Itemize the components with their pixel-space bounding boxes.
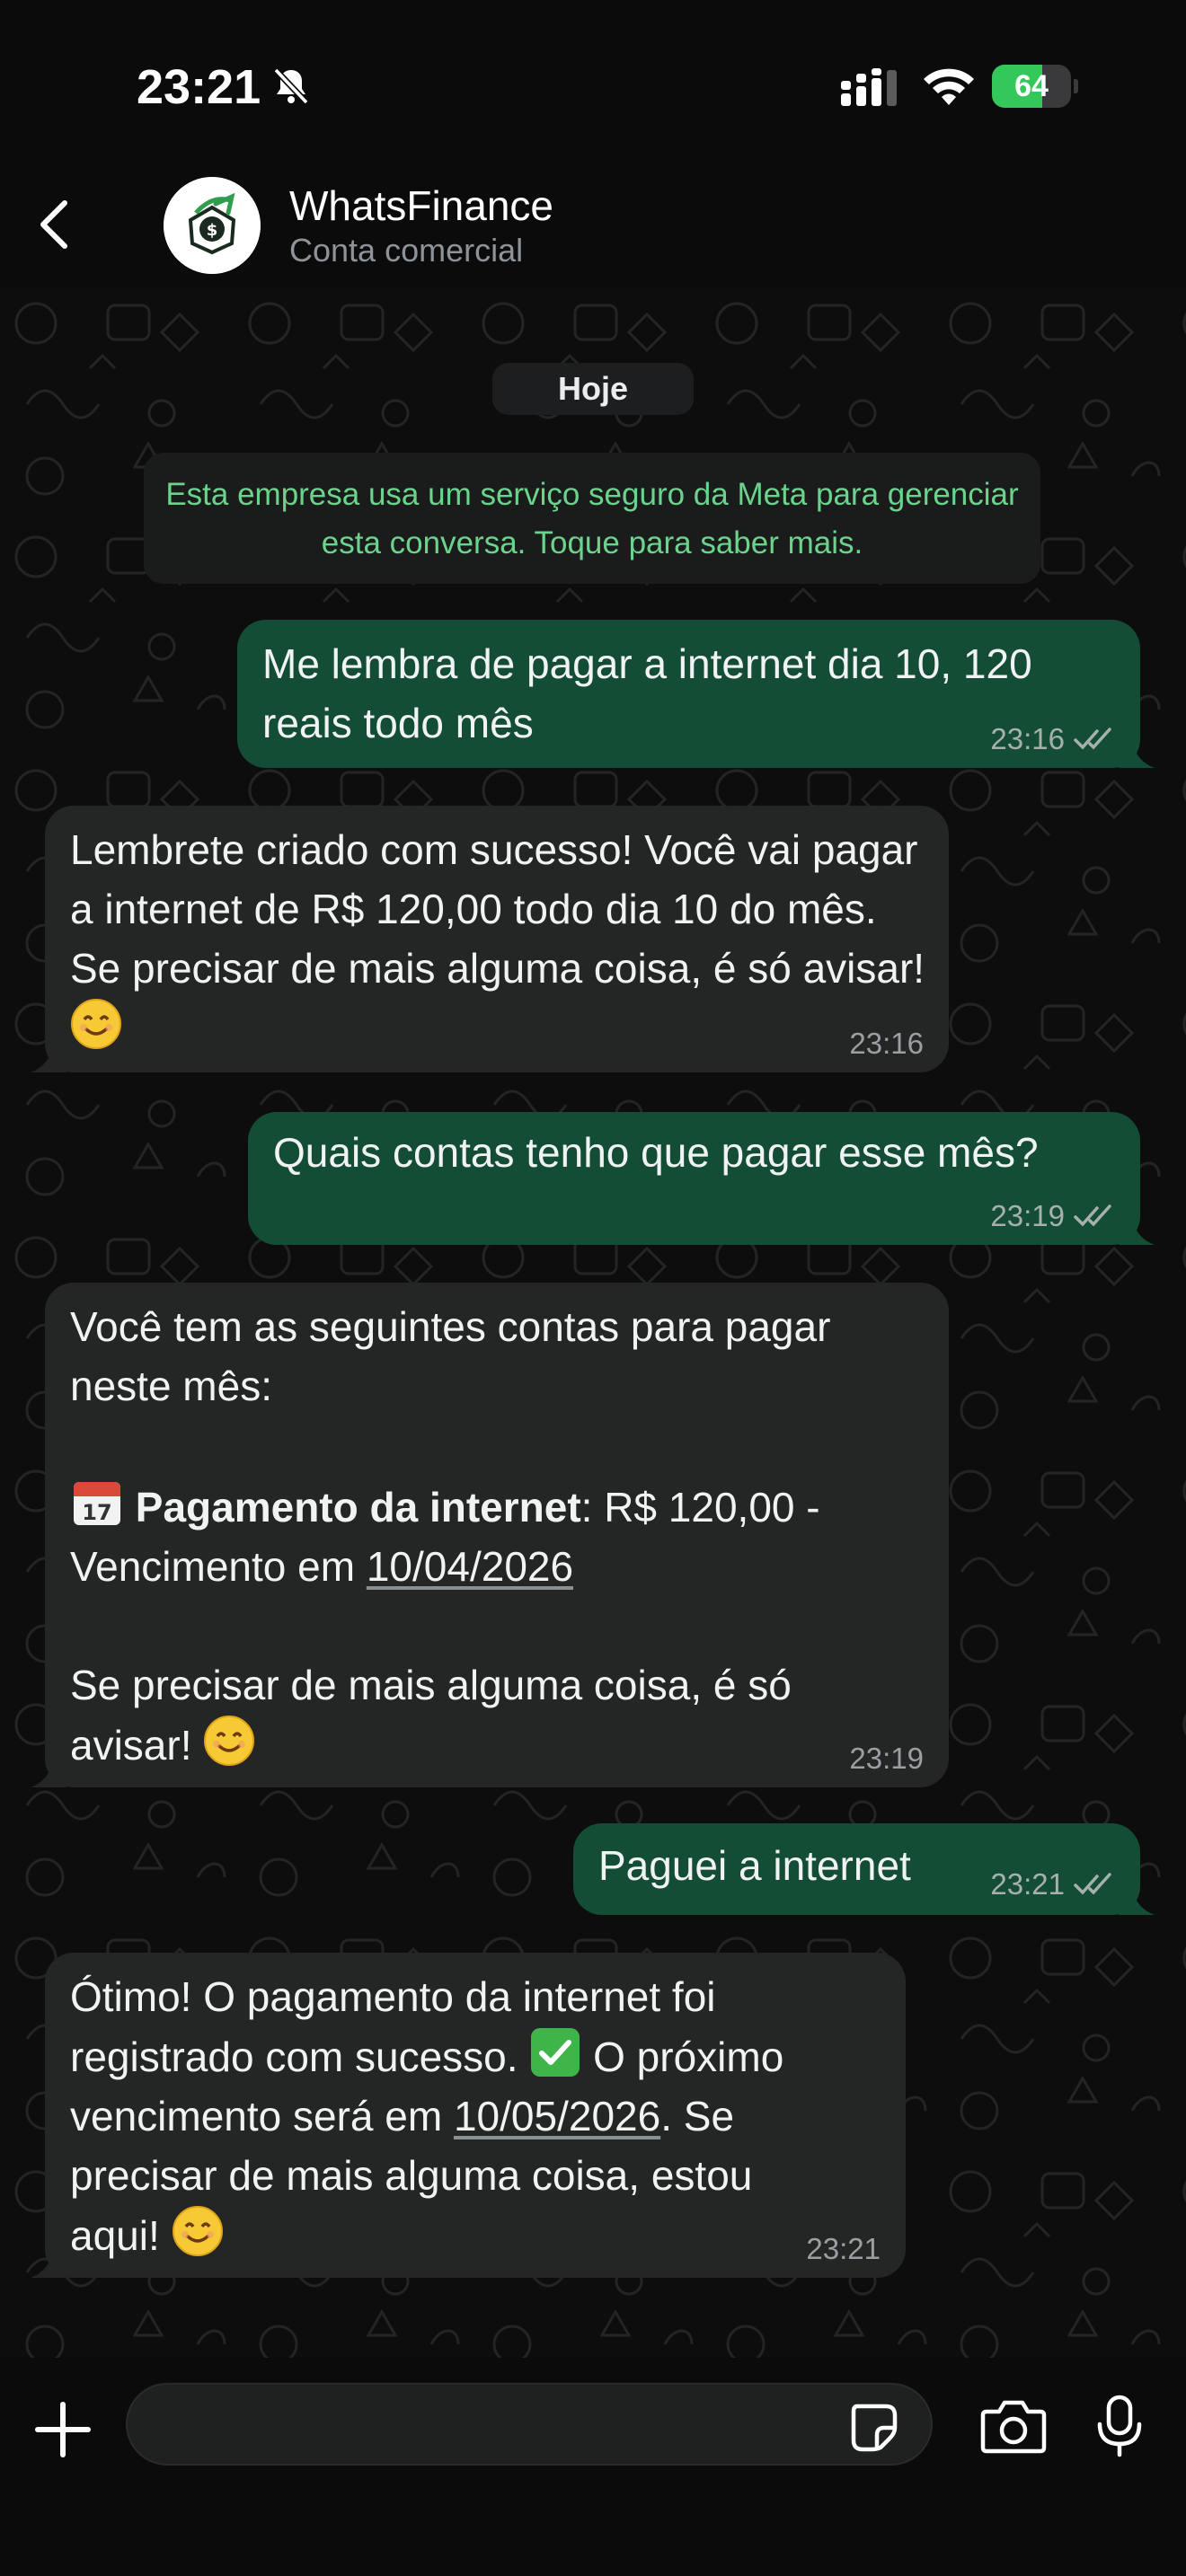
sticker-icon[interactable] <box>848 2401 900 2453</box>
message-line-part: . Se <box>660 2093 735 2139</box>
message-text: Você tem as seguintes contas para pagar … <box>70 1297 933 1775</box>
date-chip: Hoje <box>492 363 694 415</box>
message-line-part: vencimento será em <box>70 2093 454 2139</box>
message-line: registrado com sucesso. O próximo <box>70 2026 897 2086</box>
bill-item-name: Pagamento da internet <box>135 1484 581 1531</box>
check-mark-button-emoji-icon <box>531 2028 580 2077</box>
read-ticks-icon <box>1074 1204 1111 1227</box>
message-time: 23:19 <box>990 1199 1065 1232</box>
battery-level: 64 <box>1014 69 1049 103</box>
message-line: precisar de mais alguma coisa, estou <box>70 2152 753 2199</box>
message-line: aqui! <box>70 2205 897 2265</box>
message-line: Ótimo! O pagamento da internet foi <box>70 1973 716 2020</box>
status-bar: 23:21 64 <box>0 0 1186 162</box>
message-time: 23:21 <box>806 2232 881 2265</box>
chat-area[interactable]: Hoje Esta empresa usa um serviço seguro … <box>0 287 1186 2358</box>
svg-text:17: 17 <box>82 1500 111 1525</box>
message-bubble-incoming[interactable]: Você tem as seguintes contas para pagar … <box>31 1283 949 1787</box>
bill-list-outro-line1: Se precisar de mais alguma coisa, é só <box>70 1662 792 1708</box>
bubble-tail <box>1119 1214 1155 1245</box>
back-chevron-icon[interactable] <box>27 194 88 255</box>
contact-name[interactable]: WhatsFinance <box>289 181 553 230</box>
message-line-part: O próximo <box>593 2033 784 2080</box>
message-time: 23:19 <box>849 1742 924 1775</box>
message-time: 23:21 <box>990 1867 1065 1901</box>
read-ticks-icon <box>1074 728 1111 750</box>
message-line: vencimento será em 10/05/2026. Se <box>70 2086 897 2146</box>
bubble-tail <box>1119 1884 1155 1915</box>
message-time: 23:16 <box>990 722 1065 755</box>
message-bubble-outgoing[interactable]: Me lembra de pagar a internet dia 10, 12… <box>237 620 1155 768</box>
message-bubble-incoming[interactable]: Ótimo! O pagamento da internet foi regis… <box>31 1953 906 2278</box>
bill-item-due: Vencimento em 10/04/2026 <box>70 1537 933 1596</box>
bell-slash-icon <box>273 67 309 105</box>
bill-list-outro-line2: avisar! <box>70 1715 933 1775</box>
avatar[interactable]: $ <box>164 177 261 274</box>
avatar-money-logo: $ <box>164 177 261 274</box>
message-text: Ótimo! O pagamento da internet foi regis… <box>70 1967 897 2265</box>
message-bubble-outgoing[interactable]: Paguei a internet 23:21 <box>573 1823 1155 1915</box>
contact-subtitle: Conta comercial <box>289 232 524 269</box>
bill-item-amount: : R$ 120,00 - <box>580 1484 820 1531</box>
message-meta: 23:16 <box>990 721 1115 757</box>
input-bar <box>0 2358 1186 2576</box>
calendar-emoji-icon: 17 <box>74 1482 120 1525</box>
message-meta: 23:21 <box>806 2231 881 2267</box>
message-text: Paguei a internet <box>598 1842 911 1889</box>
battery-icon: 64 <box>992 65 1078 108</box>
message-meta: 23:16 <box>849 1026 924 1062</box>
bill-due-prefix: Vencimento em <box>70 1543 367 1590</box>
message-line-part: aqui! <box>70 2212 160 2259</box>
smiling-face-emoji-icon <box>172 2206 223 2256</box>
bill-list-intro: Você tem as seguintes contas para pagar … <box>70 1303 831 1409</box>
message-meta: 23:21 <box>990 1866 1115 1902</box>
wifi-icon <box>924 68 974 105</box>
microphone-icon[interactable] <box>1094 2394 1145 2458</box>
next-due-date-link[interactable]: 10/05/2026 <box>454 2093 660 2139</box>
bubble-tail <box>31 2247 66 2278</box>
status-time: 23:21 <box>137 60 261 114</box>
read-ticks-icon <box>1074 1873 1111 1895</box>
bill-list-outro-text: avisar! <box>70 1722 192 1769</box>
message-bubble-incoming[interactable]: Lembrete criado com sucesso! Você vai pa… <box>31 806 949 1072</box>
message-meta: 23:19 <box>849 1741 924 1777</box>
smiling-face-emoji-icon <box>71 999 121 1049</box>
message-text: Lembrete criado com sucesso! Você vai pa… <box>70 820 933 1058</box>
plus-icon[interactable] <box>32 2399 93 2460</box>
bubble-tail <box>31 1757 66 1787</box>
signal-icon <box>841 68 897 106</box>
message-bubble-outgoing[interactable]: Quais contas tenho que pagar esse mês? 2… <box>248 1112 1155 1245</box>
message-meta: 23:19 <box>990 1198 1115 1234</box>
bill-due-date-link[interactable]: 10/04/2026 <box>367 1543 573 1590</box>
chat-header: $ WhatsFinance Conta comercial <box>0 162 1186 287</box>
camera-icon[interactable] <box>979 2397 1048 2455</box>
meta-security-notice[interactable]: Esta empresa usa um serviço seguro da Me… <box>144 453 1040 584</box>
bubble-tail <box>31 1042 66 1072</box>
svg-text:$: $ <box>207 221 218 240</box>
message-text: Quais contas tenho que pagar esse mês? <box>273 1129 1039 1176</box>
message-line-part: registrado com sucesso. <box>70 2033 518 2080</box>
message-input[interactable] <box>126 2383 933 2466</box>
smiling-face-emoji-icon <box>204 1716 255 1766</box>
message-time: 23:16 <box>849 1027 924 1060</box>
bill-item: 17 Pagamento da internet: R$ 120,00 - <box>70 1475 933 1537</box>
bubble-tail <box>1119 737 1155 768</box>
message-text-body: Lembrete criado com sucesso! Você vai pa… <box>70 826 930 992</box>
